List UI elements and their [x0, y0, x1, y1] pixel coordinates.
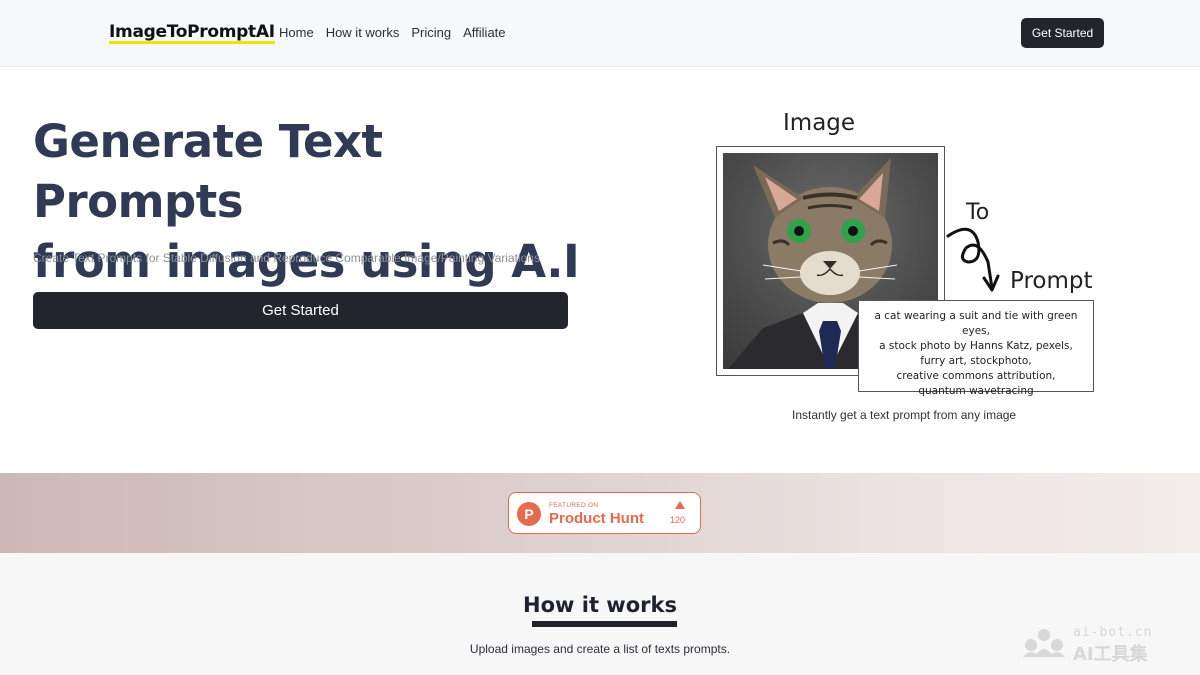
prompt-line: a cat wearing a suit and tie with green …: [874, 310, 1078, 337]
how-it-works-section: How it works: [0, 553, 1200, 675]
prompt-line: creative commons attribution,: [896, 370, 1056, 382]
upvote-arrow-icon: [675, 501, 685, 509]
how-it-works-title: How it works: [523, 593, 677, 617]
watermark-name: AI工具集: [1073, 644, 1148, 665]
nav-link-affiliate[interactable]: Affiliate: [463, 25, 505, 40]
prompt-line: quantum wavetracing: [918, 385, 1034, 397]
illustration-label-image: Image: [783, 110, 856, 136]
nav-link-pricing[interactable]: Pricing: [411, 25, 451, 40]
product-hunt-featured-label: FEATURED ON: [549, 502, 599, 509]
product-hunt-name: Product Hunt: [549, 510, 644, 527]
product-hunt-logo-icon: P: [517, 502, 541, 526]
how-it-works-subtitle: Upload images and create a list of texts…: [469, 642, 731, 656]
illustration-label-prompt: Prompt: [1010, 268, 1093, 294]
nav-links: Home How it works Pricing Affiliate: [279, 25, 506, 40]
hero-title: Generate Text Prompts from images using …: [33, 112, 593, 292]
illustration-caption: Instantly get a text prompt from any ima…: [792, 408, 1017, 422]
hero-title-line1: Generate Text Prompts: [33, 115, 383, 228]
logo-text: ImageToPromptAI: [109, 22, 275, 42]
upvote-count: 120: [670, 515, 686, 525]
nav-link-home[interactable]: Home: [279, 25, 314, 40]
site-logo[interactable]: ImageToPromptAI: [109, 22, 275, 44]
watermark-logo-icon: [1023, 629, 1065, 657]
top-navbar: ImageToPromptAI Home How it works Pricin…: [0, 0, 1200, 67]
nav-get-started-button[interactable]: Get Started: [1021, 18, 1104, 48]
hero-subtitle: Create Text Prompts for Stable Diffusion…: [33, 251, 540, 265]
product-hunt-badge[interactable]: P FEATURED ON Product Hunt 120: [508, 492, 701, 534]
hero-get-started-button[interactable]: Get Started: [33, 292, 568, 329]
prompt-line: a stock photo by Hanns Katz, pexels,: [879, 340, 1073, 352]
prompt-line: furry art, stockphoto,: [920, 355, 1032, 367]
curved-arrow-icon: [946, 227, 1000, 292]
watermark-domain: ai-bot.cn: [1073, 625, 1153, 640]
logo-highlight: [109, 41, 275, 44]
nav-link-how-it-works[interactable]: How it works: [326, 25, 400, 40]
generated-prompt-box: a cat wearing a suit and tie with green …: [858, 300, 1094, 397]
how-it-works-underline: [532, 621, 677, 627]
